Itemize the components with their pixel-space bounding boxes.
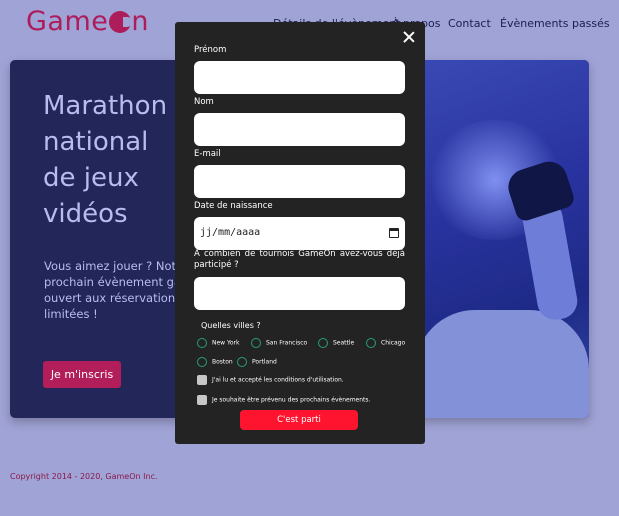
hero-text: Vous aimez jouer ? Notre prochain évènem…: [44, 258, 176, 322]
birthdate-placeholder: jj/mm/aaaa: [200, 227, 261, 238]
terms-label: J'ai lu et accepté les conditions d'util…: [212, 376, 344, 384]
last-name-field[interactable]: [194, 113, 405, 146]
city-radio-boston[interactable]: Boston: [197, 357, 233, 367]
radio-icon: [197, 338, 207, 348]
calendar-icon[interactable]: [389, 228, 399, 238]
radio-icon: [366, 338, 376, 348]
tournaments-label: À combien de tournois GameOn avez-vous d…: [194, 249, 405, 270]
radio-icon: [237, 357, 247, 367]
city-label: San Francisco: [266, 339, 308, 347]
nav-link-past-events[interactable]: Évènements passés: [500, 17, 610, 30]
logo-o-icon: [109, 11, 133, 33]
newsletter-checkbox[interactable]: Je souhaite être prévenu des prochains é…: [197, 395, 370, 405]
hero-text-line: Vous aimez jouer ? Notre: [44, 259, 176, 273]
city-radio-san-francisco[interactable]: San Francisco: [251, 338, 307, 348]
hero-text-line: ouvert aux réservations...: [44, 291, 176, 305]
hero-title-line: vidéos: [43, 199, 128, 229]
hero-gamer-image: [405, 60, 589, 418]
newsletter-label: Je souhaite être prévenu des prochains é…: [212, 396, 371, 404]
city-radio-new-york[interactable]: New York: [197, 338, 239, 348]
terms-checkbox[interactable]: J'ai lu et accepté les conditions d'util…: [197, 375, 344, 385]
email-label: E-mail: [194, 149, 221, 159]
birthdate-field[interactable]: jj/mm/aaaa: [194, 217, 405, 250]
footer-copyright: Copyright 2014 - 2020, GameOn Inc.: [10, 472, 158, 481]
last-name-label: Nom: [194, 97, 214, 107]
city-radio-portland[interactable]: Portland: [237, 357, 277, 367]
checkbox-icon: [197, 395, 207, 405]
first-name-field[interactable]: [194, 61, 405, 94]
birthdate-label: Date de naissance: [194, 201, 273, 211]
hero-title-line: de jeux: [43, 163, 139, 193]
logo-text-tail: n: [131, 6, 150, 37]
hero-text-line: limitées !: [44, 307, 98, 321]
submit-button[interactable]: C'est parti: [240, 410, 358, 430]
nav-link-contact[interactable]: Contact: [448, 17, 491, 30]
hero-title-line: Marathon: [43, 91, 168, 121]
city-label: Portland: [252, 358, 277, 366]
logo-text: Game: [26, 6, 109, 37]
radio-icon: [197, 357, 207, 367]
email-field[interactable]: [194, 165, 405, 198]
first-name-label: Prénom: [194, 45, 227, 55]
registration-modal: Prénom Nom E-mail Date de naissance jj/m…: [175, 22, 425, 444]
radio-icon: [318, 338, 328, 348]
city-label: New York: [212, 339, 240, 347]
city-label: Boston: [212, 358, 233, 366]
hero-title-line: national: [43, 127, 149, 157]
cities-label: Quelles villes ?: [201, 321, 261, 330]
checkbox-icon: [197, 375, 207, 385]
city-radio-seattle[interactable]: Seattle: [318, 338, 354, 348]
city-label: Chicago: [381, 339, 406, 347]
city-label: Seattle: [333, 339, 355, 347]
radio-icon: [251, 338, 261, 348]
tournaments-field[interactable]: [194, 277, 405, 310]
hero-text-line: prochain évènement gam: [44, 275, 176, 289]
gameon-logo[interactable]: Game n: [26, 6, 149, 37]
close-icon[interactable]: [402, 30, 416, 44]
signup-button[interactable]: Je m'inscris: [43, 361, 121, 388]
hero-title: Marathon national de jeux vidéos: [43, 88, 183, 232]
city-radio-chicago[interactable]: Chicago: [366, 338, 405, 348]
